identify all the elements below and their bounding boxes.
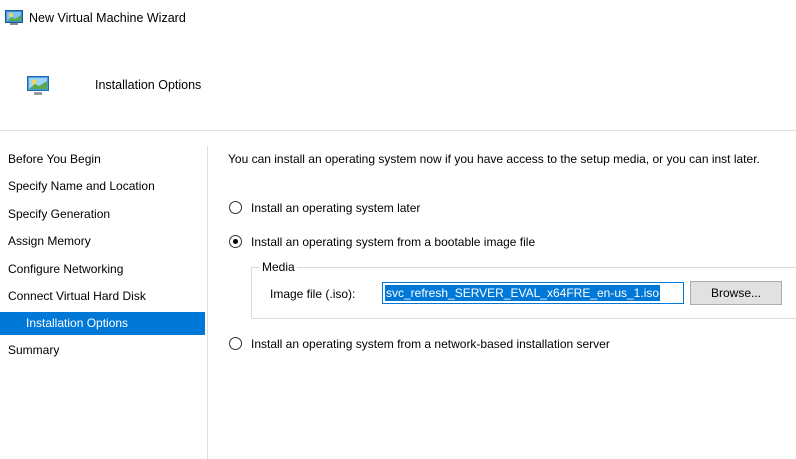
intro-text: You can install an operating system now … <box>228 152 760 166</box>
wizard-header: Installation Options <box>0 38 796 130</box>
media-group: Media Image file (.iso): svc_refresh_SER… <box>251 260 796 319</box>
nav-item-specify-name-and-location[interactable]: Specify Name and Location <box>0 173 205 200</box>
radio-network-install[interactable] <box>229 337 242 350</box>
option-bootable-image-label: Install an operating system from a boota… <box>251 235 536 249</box>
nav-item-before-you-begin[interactable]: Before You Begin <box>0 146 205 173</box>
option-network-install-label: Install an operating system from a netwo… <box>251 337 610 351</box>
nav-item-assign-memory[interactable]: Assign Memory <box>0 228 205 255</box>
radio-install-later[interactable] <box>229 201 242 214</box>
nav-divider <box>207 146 208 459</box>
image-file-input[interactable]: svc_refresh_SERVER_EVAL_x64FRE_en-us_1.i… <box>382 282 684 304</box>
browse-button[interactable]: Browse... <box>690 281 782 305</box>
radio-bootable-image[interactable] <box>229 235 242 248</box>
image-file-label: Image file (.iso): <box>270 287 356 301</box>
media-group-legend: Media <box>260 260 297 275</box>
option-install-later-label: Install an operating system later <box>251 201 421 215</box>
vm-computer-icon <box>5 10 23 25</box>
window-title: New Virtual Machine Wizard <box>29 11 186 25</box>
wizard-steps-nav: Before You Begin Specify Name and Locati… <box>0 146 205 365</box>
nav-item-configure-networking[interactable]: Configure Networking <box>0 256 205 283</box>
nav-item-summary[interactable]: Summary <box>0 337 205 364</box>
nav-item-installation-options[interactable]: Installation Options <box>0 312 205 336</box>
title-bar: New Virtual Machine Wizard <box>0 0 796 38</box>
radio-selected-dot <box>233 239 238 244</box>
page-title: Installation Options <box>95 78 202 92</box>
header-divider <box>0 130 796 131</box>
nav-item-connect-virtual-hard-disk[interactable]: Connect Virtual Hard Disk <box>0 283 205 310</box>
nav-item-specify-generation[interactable]: Specify Generation <box>0 201 205 228</box>
image-file-value: svc_refresh_SERVER_EVAL_x64FRE_en-us_1.i… <box>385 285 661 301</box>
monitor-icon <box>27 76 49 95</box>
